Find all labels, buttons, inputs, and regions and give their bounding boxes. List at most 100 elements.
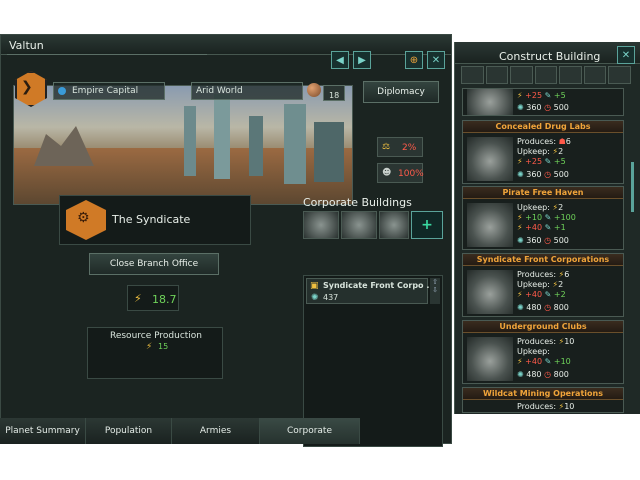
pop-badge: 18 [323, 85, 345, 101]
building-slot-2[interactable] [341, 211, 377, 239]
filter-button[interactable] [510, 66, 533, 84]
tower [284, 104, 306, 184]
card-title: Pirate Free Haven [463, 187, 623, 199]
top-card-a: +25 [525, 91, 543, 100]
energy-icon: ⚡ [517, 290, 523, 299]
crime-stat: ⚖ 2% [377, 137, 423, 157]
arrow-left-icon: ◀ [336, 54, 344, 66]
target-icon: ⊕ [409, 54, 419, 66]
list-item[interactable]: ▣ Syndicate Front Corpo ... ✺ 437 [306, 278, 435, 304]
modifier-b: +1 [553, 223, 566, 232]
tab-population[interactable]: Population [86, 418, 172, 444]
building-slot-3[interactable] [379, 211, 409, 239]
crime-value: 2% [402, 143, 417, 153]
influence-value: 18.7 [152, 293, 177, 306]
cost-minerals: 360 [526, 236, 542, 245]
modifier-b: +5 [553, 157, 566, 166]
stability-icon: ☻ [382, 168, 392, 178]
stability-value: 100% [398, 169, 424, 179]
tab-corporate[interactable]: Corporate [260, 418, 360, 444]
produces-value: 6 [565, 137, 571, 146]
construct-scrollbar[interactable] [631, 162, 634, 212]
top-card-c: 360 [526, 103, 542, 112]
close-construct-button[interactable]: ✕ [617, 46, 635, 64]
prev-planet-button[interactable]: ◀ [331, 51, 349, 69]
corporate-title: Corporate Buildings [303, 196, 412, 209]
top-card-d: 500 [553, 103, 569, 112]
tower [249, 116, 263, 176]
header-divider [7, 54, 207, 55]
card-title: Syndicate Front Corporations [463, 254, 623, 266]
building-card-underground-clubs[interactable]: Underground Clubs Produces: ⚡10 Upkeep: … [462, 320, 624, 384]
card-title: Wildcat Mining Operations [463, 388, 623, 400]
stability-stat: ☻ 100% [377, 163, 424, 183]
mineral-icon: ✺ [517, 236, 524, 245]
produces-value: 6 [564, 270, 570, 279]
filter-button[interactable] [559, 66, 582, 84]
produces-label: Produces: [517, 137, 557, 146]
tower [314, 122, 344, 182]
building-card-wildcat-mining[interactable]: Wildcat Mining Operations Produces: ⚡10 [462, 387, 624, 413]
time-icon: ◷ [544, 303, 552, 312]
close-planet-button[interactable]: ✕ [427, 51, 445, 69]
focus-planet-button[interactable]: ⊕ [405, 51, 423, 69]
modifier-d: +100 [553, 213, 576, 222]
filter-button[interactable] [534, 66, 558, 84]
building-card-drug-labs[interactable]: Concealed Drug Labs Produces: ☗6 Upkeep:… [462, 120, 624, 184]
modifier-b: +2 [553, 290, 566, 299]
building-card-front-corporations[interactable]: Syndicate Front Corporations Produces: ⚡… [462, 253, 624, 317]
modifier-b: +10 [553, 357, 571, 366]
influence-box: ⚡ 18.7 [127, 285, 179, 311]
filter-button[interactable] [583, 66, 607, 84]
diplomacy-button[interactable]: Diplomacy [363, 81, 439, 103]
cost-time: 500 [553, 236, 569, 245]
close-icon: ✕ [431, 54, 441, 66]
next-planet-button[interactable]: ▶ [353, 51, 371, 69]
top-card-b: +5 [553, 91, 566, 100]
energy-icon: ⚡ [517, 213, 523, 222]
research-icon: ✎ [544, 157, 552, 166]
filter-button[interactable] [485, 66, 509, 84]
building-slot-1[interactable] [303, 211, 339, 239]
filter-row [461, 66, 632, 84]
upkeep-label: Upkeep: [517, 147, 550, 156]
building-item-name: Syndicate Front Corpo ... [323, 281, 436, 290]
building-image [467, 270, 513, 314]
planet-type-label: Arid World [196, 86, 243, 96]
list-scroll[interactable]: ⇧ ⇩ [430, 278, 440, 304]
filter-button[interactable] [608, 66, 632, 84]
mineral-icon: ✺ [517, 303, 524, 312]
produces-label: Produces: [517, 337, 557, 346]
cost-time: 800 [553, 303, 569, 312]
upkeep-label: Upkeep: [517, 203, 550, 212]
tab-planet-summary[interactable]: Planet Summary [0, 418, 86, 444]
planet-banner-image [13, 85, 353, 205]
building-item-cost: 437 [323, 293, 339, 302]
filter-button[interactable] [461, 66, 484, 84]
building-image [467, 337, 513, 381]
upkeep-value: 2 [558, 203, 564, 212]
planet-icon [307, 83, 321, 97]
cost-minerals: 360 [526, 170, 542, 179]
pop-count: 18 [329, 91, 340, 100]
resource-value: 15 [158, 342, 169, 351]
upkeep-value: 2 [558, 147, 564, 156]
research-icon: ✎ [544, 357, 552, 366]
add-building-button[interactable]: + [411, 211, 443, 239]
building-image [467, 203, 513, 247]
energy-icon: ⚡ [146, 342, 153, 352]
mineral-icon: ✺ [517, 370, 524, 379]
crime-icon: ⚖ [382, 142, 391, 152]
building-card-partial[interactable]: ⚡ +25 ✎ +5 ✺ 360 ◷ 500 [462, 88, 624, 116]
tower [214, 94, 230, 179]
time-icon: ◷ [544, 236, 552, 245]
research-icon: ✎ [544, 91, 552, 100]
building-card-pirate-haven[interactable]: Pirate Free Haven Upkeep: ⚡ 2 ⚡ +10 ✎ +10… [462, 186, 624, 250]
time-icon: ◷ [544, 170, 552, 179]
construct-title: Construct Building [499, 50, 601, 63]
close-branch-button[interactable]: Close Branch Office [89, 253, 219, 275]
capital-icon [58, 87, 66, 95]
cost-minerals: 480 [526, 303, 542, 312]
tab-armies[interactable]: Armies [172, 418, 260, 444]
planet-type-badge: Arid World [191, 82, 303, 100]
